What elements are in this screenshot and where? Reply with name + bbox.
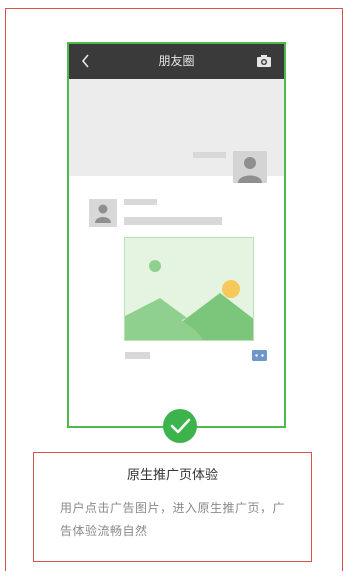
post-time-placeholder [125, 352, 150, 359]
user-nickname-placeholder [193, 152, 226, 158]
landscape-image-icon [125, 260, 253, 340]
post-author-name-placeholder [124, 199, 157, 205]
person-icon [95, 204, 111, 223]
header-title: 朋友圈 [158, 54, 195, 68]
user-avatar[interactable] [233, 151, 267, 183]
phone-mockup: 朋友圈 [67, 42, 286, 428]
feature-title: 原生推广页体验 [126, 468, 218, 483]
comment-icon[interactable] [252, 350, 267, 361]
post-text-placeholder [124, 217, 222, 225]
ad-image[interactable] [124, 237, 254, 341]
post-author-avatar[interactable] [89, 199, 117, 227]
check-circle-icon [163, 409, 197, 443]
moments-header: 朋友圈 [69, 44, 284, 79]
camera-icon[interactable] [256, 54, 272, 68]
feature-description-card: 原生推广页体验 用户点击广告图片，进入原生推广页，广告体验流畅自然 [33, 452, 312, 562]
feature-description: 用户点击广告图片，进入原生推广页，广告体验流畅自然 [60, 501, 286, 538]
person-icon [238, 157, 262, 183]
